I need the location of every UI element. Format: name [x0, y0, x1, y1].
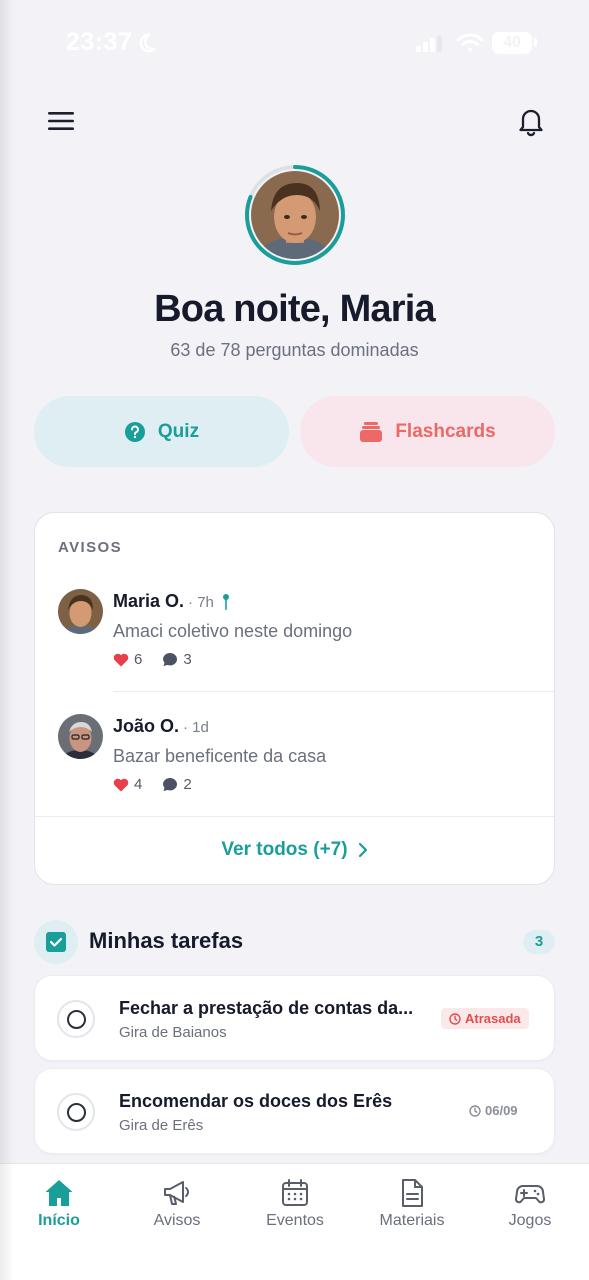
profile-avatar-ring[interactable]: [244, 164, 346, 266]
comment-icon: [163, 653, 178, 666]
task-item[interactable]: Fechar a prestação de contas da... Gira …: [34, 975, 555, 1061]
heart-icon: [113, 778, 129, 791]
nav-item-materiais[interactable]: Materiais: [353, 1164, 471, 1244]
nav-item-jogos[interactable]: Jogos: [471, 1164, 589, 1244]
comment-icon: [163, 778, 178, 791]
home-icon: [45, 1180, 73, 1206]
task-badge-label: 06/09: [485, 1103, 518, 1118]
signal-icon: [416, 36, 442, 52]
battery-icon: 40: [492, 32, 532, 54]
heart-icon: [113, 653, 129, 666]
see-all-link[interactable]: Ver todos (+7): [35, 839, 554, 861]
tasks-count-badge: 3: [523, 930, 555, 954]
like-button[interactable]: 4: [113, 776, 142, 793]
notice-time: · 1d: [183, 719, 209, 736]
nav-item-inicio[interactable]: Início: [0, 1164, 118, 1244]
nav-label: Eventos: [266, 1212, 324, 1229]
task-status-badge: Atrasada: [441, 1008, 529, 1029]
notice-text: Bazar beneficente da casa: [113, 746, 327, 766]
task-badge-label: Atrasada: [465, 1011, 521, 1026]
task-date-badge: 06/09: [469, 1103, 518, 1118]
author-name: João O.: [113, 716, 180, 736]
like-count: 6: [134, 651, 143, 668]
progress-subtitle: 63 de 78 perguntas dominadas: [170, 340, 419, 360]
task-checkbox[interactable]: [57, 1000, 95, 1038]
task-title: Fechar a prestação de contas da...: [119, 998, 414, 1018]
pin-icon: [222, 594, 229, 611]
quiz-button[interactable]: Quiz: [34, 396, 289, 467]
question-circle-icon: [124, 421, 145, 442]
wifi-icon: [456, 33, 484, 52]
greeting-title: Boa noite, Maria: [154, 288, 436, 330]
task-subtitle: Gira de Erês: [119, 1117, 204, 1134]
avatar: [58, 714, 103, 759]
status-time: 23:37: [66, 28, 133, 56]
nav-label: Início: [38, 1212, 80, 1229]
moon-icon: [139, 33, 157, 53]
bottom-nav: Início Avisos Eventos Materiais Jogos: [0, 1163, 589, 1280]
flashcards-button[interactable]: Flashcards: [300, 396, 555, 467]
status-bar: 23:37 40: [0, 0, 589, 86]
screen-edge-shadow: [0, 0, 14, 1280]
notice-stats: 4 2: [113, 776, 212, 793]
gamepad-icon: [515, 1185, 545, 1204]
nav-label: Materiais: [379, 1212, 445, 1229]
notice-author: Maria O. · 7h: [113, 591, 232, 612]
divider: [35, 816, 554, 817]
avatar: [58, 589, 103, 634]
task-checkbox[interactable]: [57, 1093, 95, 1131]
notice-author: João O. · 1d: [113, 716, 209, 737]
comment-count: 2: [183, 776, 192, 793]
clock-icon: [469, 1104, 481, 1117]
task-title: Encomendar os doces dos Erês: [119, 1091, 393, 1111]
flashcards-label: Flashcards: [395, 420, 496, 442]
like-button[interactable]: 6: [113, 651, 142, 668]
quiz-label: Quiz: [157, 420, 200, 442]
hamburger-menu-icon[interactable]: [46, 108, 76, 134]
comment-button[interactable]: 2: [162, 776, 192, 793]
notice-post[interactable]: João O. · 1d Bazar beneficente da casa 4 …: [35, 714, 554, 824]
notice-text: Amaci coletivo neste domingo: [113, 621, 353, 641]
tasks-checkbox-icon: [34, 920, 78, 964]
notice-stats: 6 3: [113, 651, 212, 668]
notice-post[interactable]: Maria O. · 7h Amaci coletivo neste doming…: [35, 589, 554, 699]
chevron-right-icon: [358, 842, 367, 858]
cards-stack-icon: [360, 421, 383, 442]
nav-item-avisos[interactable]: Avisos: [118, 1164, 236, 1244]
notices-title: AVISOS: [58, 539, 122, 556]
notice-time: · 7h: [188, 594, 214, 611]
notices-card: AVISOS Maria O. · 7h Amaci coletivo neste…: [34, 512, 555, 885]
clock-icon: [449, 1012, 461, 1025]
task-subtitle: Gira de Baianos: [119, 1024, 227, 1041]
comment-count: 3: [183, 651, 192, 668]
divider: [113, 691, 554, 692]
calendar-icon: [282, 1179, 308, 1206]
document-icon: [402, 1179, 423, 1207]
battery-nub: [534, 38, 537, 47]
task-item[interactable]: Encomendar os doces dos Erês Gira de Erê…: [34, 1068, 555, 1154]
tasks-title: Minhas tarefas: [89, 928, 244, 953]
comment-button[interactable]: 3: [162, 651, 192, 668]
author-name: Maria O.: [113, 591, 185, 611]
nav-item-eventos[interactable]: Eventos: [236, 1164, 354, 1244]
like-count: 4: [134, 776, 143, 793]
megaphone-icon: [164, 1181, 189, 1205]
nav-label: Avisos: [153, 1212, 201, 1229]
bell-icon[interactable]: [514, 104, 548, 138]
avatar: [251, 171, 339, 259]
nav-label: Jogos: [508, 1212, 552, 1229]
see-all-label: Ver todos (+7): [221, 839, 348, 860]
